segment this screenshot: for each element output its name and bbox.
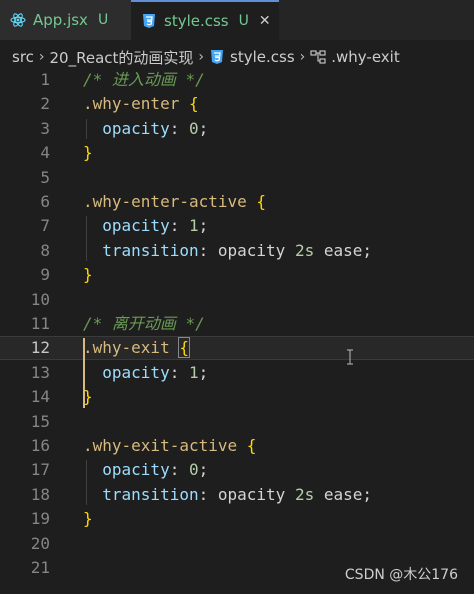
code-line[interactable]: 5 bbox=[0, 166, 474, 190]
untracked-badge: U bbox=[238, 13, 249, 29]
code-line[interactable]: 8 transition: opacity 2s ease; bbox=[0, 239, 474, 263]
line-number: 5 bbox=[40, 167, 50, 187]
line-number: 11 bbox=[30, 314, 50, 333]
code-text: .why-exit { bbox=[83, 337, 190, 359]
line-number: 1 bbox=[40, 70, 50, 89]
breadcrumb-file[interactable]: style.css bbox=[230, 48, 295, 66]
code-line[interactable]: 11 /* 离开动画 */ bbox=[0, 312, 474, 336]
code-text: .why-enter { bbox=[83, 94, 199, 114]
code-text: /* 进入动画 */ bbox=[83, 70, 205, 89]
tab-app-jsx[interactable]: App.jsx U bbox=[0, 0, 131, 40]
indent-guide bbox=[86, 216, 87, 262]
code-text: opacity: 0; bbox=[102, 118, 209, 138]
code-text: opacity: 0; bbox=[102, 460, 209, 480]
code-text: transition: opacity 2s ease; bbox=[102, 484, 373, 504]
line-number: 4 bbox=[40, 143, 50, 163]
breadcrumb-symbol[interactable]: .why-exit bbox=[331, 48, 399, 66]
line-number: 20 bbox=[30, 533, 50, 553]
line-number: 10 bbox=[30, 289, 50, 309]
line-number: 12 bbox=[30, 338, 50, 358]
code-line[interactable]: 1 /* 进入动画 */ bbox=[0, 68, 474, 92]
line-number: 6 bbox=[40, 192, 50, 211]
line-number: 17 bbox=[30, 460, 50, 480]
code-line[interactable]: 3 opacity: 0; bbox=[0, 117, 474, 141]
breadcrumb-folder[interactable]: 20_React的动画实现 bbox=[50, 47, 194, 68]
tab-label: App.jsx bbox=[33, 11, 88, 29]
line-number: 8 bbox=[40, 240, 50, 260]
tab-label: style.css bbox=[164, 12, 229, 30]
code-line[interactable]: 10 bbox=[0, 288, 474, 312]
code-line[interactable]: 14} bbox=[0, 385, 474, 409]
code-line[interactable]: 17 opacity: 0; bbox=[0, 458, 474, 482]
close-icon[interactable]: ✕ bbox=[259, 13, 271, 29]
breadcrumb-src[interactable]: src bbox=[12, 48, 34, 66]
tab-bar: App.jsx U style.css U ✕ bbox=[0, 0, 474, 40]
code-text: transition: opacity 2s ease; bbox=[102, 240, 373, 260]
untracked-badge: U bbox=[97, 12, 109, 28]
tab-style-css[interactable]: style.css U ✕ bbox=[131, 0, 279, 40]
active-indent-guide bbox=[83, 338, 85, 408]
code-text: .why-enter-active { bbox=[83, 192, 267, 211]
code-editor[interactable]: 1/* 进入动画 */2 .why-enter {3 opacity: 0; 4} 5… bbox=[0, 68, 474, 594]
code-line[interactable]: 16 .why-exit-active { bbox=[0, 434, 474, 458]
line-number: 3 bbox=[40, 118, 50, 138]
css-selector-icon bbox=[310, 50, 326, 64]
code-line[interactable]: 18 transition: opacity 2s ease; bbox=[0, 483, 474, 507]
indent-guide bbox=[86, 460, 87, 506]
line-number: 14 bbox=[30, 387, 50, 407]
code-text: } bbox=[83, 509, 93, 529]
line-number: 9 bbox=[40, 265, 50, 285]
code-text: } bbox=[83, 265, 93, 285]
line-number: 2 bbox=[40, 94, 50, 114]
code-line[interactable]: 6 .why-enter-active { bbox=[0, 190, 474, 214]
css-icon bbox=[141, 13, 157, 29]
chevron-right-icon: › bbox=[299, 49, 306, 65]
code-line[interactable]: 19} bbox=[0, 507, 474, 531]
code-line[interactable]: 20 bbox=[0, 532, 474, 556]
line-number: 16 bbox=[30, 436, 50, 455]
code-text: .why-exit-active { bbox=[83, 436, 257, 455]
line-number: 18 bbox=[30, 484, 50, 504]
line-number: 19 bbox=[30, 509, 50, 529]
watermark: CSDN @木公176 bbox=[344, 567, 458, 583]
code-text: } bbox=[83, 143, 93, 163]
code-line[interactable]: 2 .why-enter { bbox=[0, 92, 474, 116]
ibeam-cursor-icon bbox=[346, 349, 354, 365]
line-number: 13 bbox=[30, 362, 50, 382]
code-line[interactable]: 13 opacity: 1; bbox=[0, 361, 474, 385]
code-line[interactable]: 15 bbox=[0, 410, 474, 434]
code-line-current[interactable]: 12 .why-exit { bbox=[0, 336, 474, 361]
chevron-right-icon: › bbox=[38, 49, 45, 65]
line-number: 21 bbox=[30, 558, 50, 577]
code-text: /* 离开动画 */ bbox=[83, 314, 205, 333]
code-line[interactable]: 7 opacity: 1; bbox=[0, 214, 474, 238]
code-text: opacity: 1; bbox=[102, 216, 209, 236]
indent-guide bbox=[86, 118, 87, 140]
react-icon bbox=[10, 12, 26, 28]
line-number: 15 bbox=[30, 411, 50, 431]
code-line[interactable]: 4} bbox=[0, 141, 474, 165]
code-line[interactable]: 9} bbox=[0, 263, 474, 287]
line-number: 7 bbox=[40, 216, 50, 236]
chevron-right-icon: › bbox=[198, 49, 205, 65]
code-text: opacity: 1; bbox=[102, 362, 209, 382]
css-icon bbox=[209, 49, 225, 65]
